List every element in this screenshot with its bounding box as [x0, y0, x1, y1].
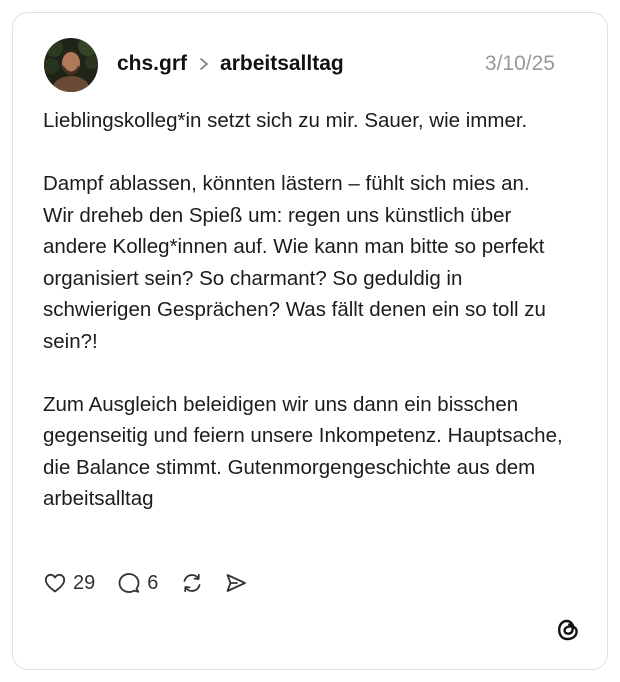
threads-logo-icon	[555, 617, 581, 643]
username-link[interactable]: chs.grf	[117, 52, 187, 76]
avatar[interactable]	[44, 38, 98, 92]
like-count: 29	[73, 571, 96, 594]
heart-icon	[44, 573, 66, 593]
post-paragraph: Lieblingskolleg*in setzt sich zu mir. Sa…	[43, 109, 528, 132]
share-button[interactable]	[224, 571, 248, 595]
chevron-right-icon	[200, 58, 208, 70]
post-body: Lieblingskolleg*in setzt sich zu mir. Sa…	[43, 105, 563, 515]
post-paragraph: Dampf ablassen, könnten lästern – fühlt …	[43, 172, 546, 353]
repost-button[interactable]	[180, 571, 204, 595]
post-paragraph: Zum Ausgleich beleidigen wir uns dann ei…	[43, 392, 563, 511]
repost-icon	[183, 573, 201, 593]
send-icon	[226, 574, 247, 592]
community-link[interactable]: arbeitsalltag	[220, 52, 344, 76]
speech-bubble-icon	[118, 573, 140, 593]
like-button[interactable]: 29	[43, 571, 95, 595]
post-date: 3/10/25	[484, 52, 555, 75]
action-bar: 29 6	[43, 568, 248, 598]
post-header: chs.grf arbeitsalltag 3/10/25	[117, 50, 555, 78]
post-card: chs.grf arbeitsalltag 3/10/25 Lieblingsk…	[12, 12, 608, 670]
reply-count: 6	[147, 571, 159, 594]
reply-button[interactable]: 6	[117, 571, 158, 595]
